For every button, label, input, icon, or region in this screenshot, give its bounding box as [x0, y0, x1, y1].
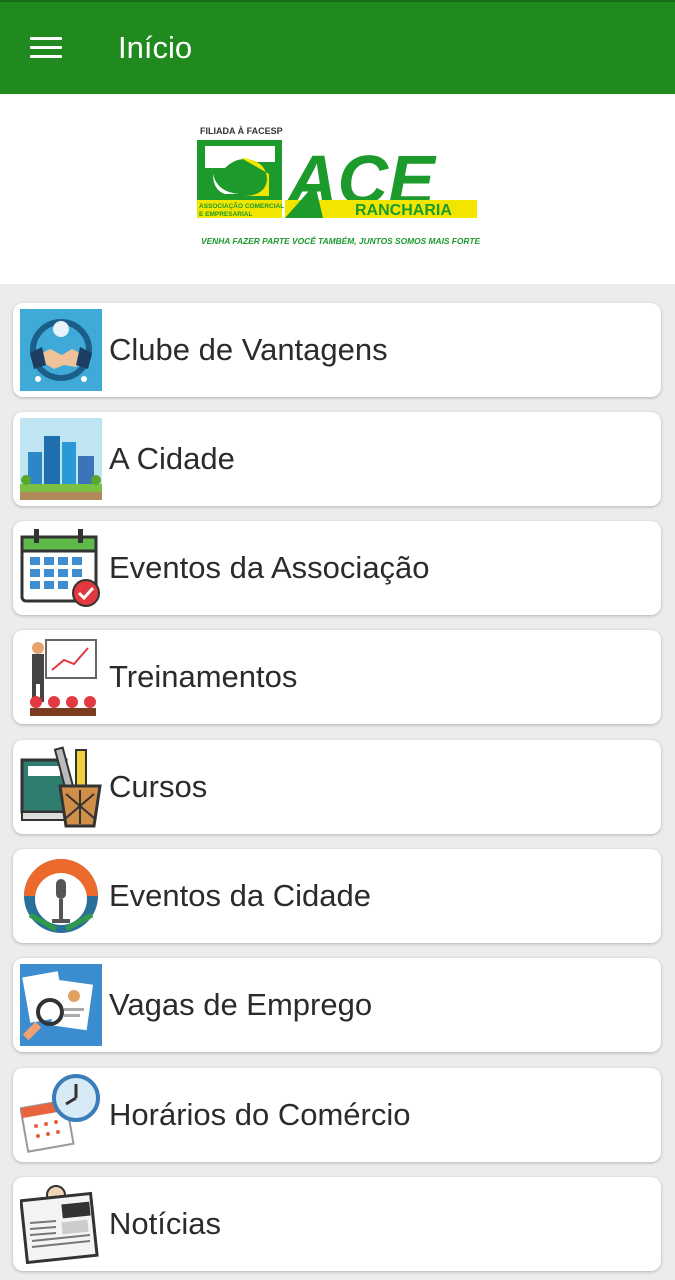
menu-item-label: Horários do Comércio: [109, 1097, 411, 1132]
logo-top-text: FILIADA À FACESP: [200, 126, 283, 136]
menu-item-eventos-da-cidade[interactable]: Eventos da Cidade: [13, 849, 661, 943]
ace-rancharia-logo: FILIADA À FACESP ASSOCIAÇÃO COMERCIAL E …: [197, 126, 480, 246]
logo-slogan: VENHA FAZER PARTE VOCÊ TAMBÉM, JUNTOS SO…: [201, 235, 480, 246]
menu-item-label: Vagas de Emprego: [109, 987, 373, 1022]
menu-item-label: Cursos: [109, 769, 208, 804]
clock-calendar-icon: [20, 1074, 100, 1153]
menu-item-vagas-de-emprego[interactable]: Vagas de Emprego: [13, 958, 661, 1052]
menu-item-label: Clube de Vantagens: [109, 332, 388, 367]
menu-item-label: Eventos da Associação: [109, 550, 430, 585]
svg-text:E EMPRESARIAL: E EMPRESARIAL: [199, 211, 252, 218]
menu-item-horarios-do-comercio[interactable]: Horários do Comércio: [13, 1068, 661, 1162]
city-buildings-icon: [20, 418, 102, 500]
handshake-icon: [20, 309, 102, 391]
logo-city: RANCHARIA: [355, 202, 452, 219]
menu-item-cursos[interactable]: Cursos: [13, 740, 661, 834]
newspaper-icon: [20, 1185, 99, 1265]
menu-item-noticias[interactable]: Notícias: [13, 1177, 661, 1271]
presentation-training-icon: [30, 639, 97, 716]
menu-item-label: Treinamentos: [109, 659, 298, 694]
menu-item-treinamentos[interactable]: Treinamentos: [13, 630, 661, 724]
calendar-check-icon: [20, 529, 100, 607]
menu-item-label: A Cidade: [109, 441, 235, 476]
resume-magnifier-icon: [20, 964, 102, 1046]
hamburger-menu-icon[interactable]: [20, 22, 72, 74]
menu-item-eventos-da-associacao[interactable]: Eventos da Associação: [13, 521, 661, 615]
menu-item-clube-de-vantagens[interactable]: Clube de Vantagens: [13, 303, 661, 397]
microphone-event-icon: [24, 859, 98, 933]
menu-item-a-cidade[interactable]: A Cidade: [13, 412, 661, 506]
books-pencil-cup-icon: [20, 746, 102, 828]
menu-item-label: Eventos da Cidade: [109, 878, 371, 913]
menu-item-label: Notícias: [109, 1206, 221, 1241]
app-bar: Início: [0, 0, 675, 94]
svg-text:ASSOCIAÇÃO COMERCIAL: ASSOCIAÇÃO COMERCIAL: [199, 201, 284, 210]
logo-banner: FILIADA À FACESP ASSOCIAÇÃO COMERCIAL E …: [0, 94, 675, 284]
page-title: Início: [118, 30, 193, 65]
